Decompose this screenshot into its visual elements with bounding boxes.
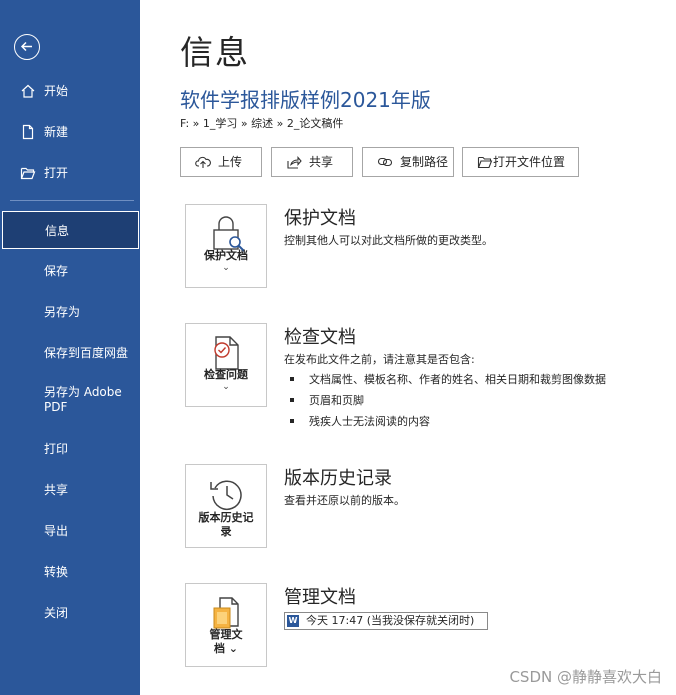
- upload-button[interactable]: 上传: [180, 147, 262, 177]
- version-history-caption-line1: 版本历史记: [198, 511, 254, 524]
- upload-icon: [195, 156, 211, 168]
- sidebar-item-label: 打印: [44, 442, 69, 456]
- sidebar-item-label: 关闭: [44, 606, 69, 620]
- copy-path-label: 复制路径: [400, 155, 449, 169]
- sidebar-item-home[interactable]: 开始: [2, 72, 138, 110]
- breadcrumb[interactable]: F: » 1_学习 » 综述 » 2_论文稿件: [180, 115, 343, 131]
- bullet-text: 页眉和页脚: [309, 394, 364, 407]
- sidebar-item-label: 保存: [44, 264, 69, 278]
- share-button[interactable]: 共享: [271, 147, 353, 177]
- bullet-text: 残疾人士无法阅读的内容: [309, 415, 430, 428]
- chevron-down-icon: ⌄: [222, 382, 230, 392]
- sidebar-item-label: 转换: [44, 565, 69, 579]
- sidebar-item-label: 新建: [44, 125, 69, 139]
- sidebar-item-label: 打开: [44, 166, 69, 180]
- version-history-caption-line2: 录: [220, 525, 232, 538]
- share-icon: [287, 156, 302, 169]
- back-button[interactable]: [14, 34, 40, 60]
- history-clock-icon: [210, 480, 242, 510]
- bullet-text: 文档属性、模板名称、作者的姓名、相关日期和裁剪图像数据: [309, 373, 606, 386]
- sidebar-item-save-as-pdf[interactable]: 另存为 Adobe PDF: [2, 380, 138, 420]
- folder-icon: [477, 156, 493, 169]
- sidebar-item-print[interactable]: 打印: [2, 430, 138, 468]
- sidebar-item-label: 导出: [44, 524, 69, 538]
- link-icon: [377, 157, 393, 167]
- copy-path-button[interactable]: 复制路径: [362, 147, 454, 177]
- inspect-desc: 在发布此文件之前，请注意其是否包含:: [284, 353, 475, 366]
- bullet-dot: [290, 377, 294, 381]
- manage-title: 管理文档: [284, 587, 356, 608]
- history-title: 版本历史记录: [284, 468, 392, 489]
- word-document-icon: W: [287, 615, 299, 627]
- inspect-document-icon: [214, 336, 239, 370]
- version-entry-label: 今天 17:47 (当我没保存就关闭时): [306, 614, 475, 627]
- bullet-dot: [290, 419, 294, 423]
- sidebar-item-label: 另存为: [44, 305, 81, 319]
- bullet-dot: [290, 398, 294, 402]
- chevron-down-icon: ⌄: [222, 263, 230, 273]
- protect-desc: 控制其他人可以对此文档所做的更改类型。: [284, 234, 493, 247]
- manage-document-caption-line1: 管理文: [209, 628, 243, 641]
- sidebar-item-new[interactable]: 新建: [2, 113, 138, 151]
- arrow-left-icon: [20, 41, 32, 52]
- check-issues-button[interactable]: 检查问题 ⌄: [185, 323, 267, 407]
- protect-document-caption: 保护文档: [204, 249, 248, 262]
- inspect-title: 检查文档: [284, 327, 356, 348]
- upload-label: 上传: [218, 155, 243, 169]
- page-title: 信息: [180, 33, 250, 72]
- version-entry[interactable]: W 今天 17:47 (当我没保存就关闭时): [284, 612, 488, 630]
- sidebar: 开始 新建 打开 信息 保存 另存为 保存到百度网盘 另存为 Adobe PDF…: [0, 0, 140, 695]
- manage-document-icon: [213, 597, 239, 629]
- sidebar-item-export[interactable]: 导出: [2, 512, 138, 550]
- sidebar-item-open[interactable]: 打开: [2, 154, 138, 192]
- check-issues-caption: 检查问题: [204, 368, 248, 381]
- open-folder-icon: [20, 167, 36, 180]
- home-icon: [21, 84, 35, 98]
- sidebar-item-label: 信息: [45, 224, 70, 238]
- sidebar-item-label: 共享: [44, 483, 69, 497]
- sidebar-item-info[interactable]: 信息: [2, 211, 139, 249]
- new-document-icon: [22, 124, 34, 140]
- document-title: 软件学报排版样例2021年版: [180, 88, 431, 112]
- manage-document-button[interactable]: 管理文 档 ⌄: [185, 583, 267, 667]
- sidebar-item-save-as[interactable]: 另存为: [2, 293, 138, 331]
- share-label: 共享: [309, 155, 334, 169]
- history-desc: 查看并还原以前的版本。: [284, 494, 405, 507]
- sidebar-item-label: 保存到百度网盘: [44, 346, 129, 360]
- protect-title: 保护文档: [284, 208, 356, 229]
- sidebar-divider: [10, 200, 134, 201]
- lock-key-icon: [213, 216, 245, 252]
- version-history-button[interactable]: 版本历史记 录: [185, 464, 267, 548]
- sidebar-item-convert[interactable]: 转换: [2, 553, 138, 591]
- sidebar-item-close[interactable]: 关闭: [2, 594, 138, 632]
- open-file-location-label: 打开文件位置: [493, 155, 566, 169]
- manage-document-caption-line2: 档 ⌄: [213, 642, 239, 655]
- sidebar-item-label: 另存为 Adobe PDF: [44, 385, 122, 414]
- sidebar-item-share[interactable]: 共享: [2, 471, 138, 509]
- protect-document-button[interactable]: 保护文档 ⌄: [185, 204, 267, 288]
- sidebar-item-save-to-baidu[interactable]: 保存到百度网盘: [2, 334, 138, 372]
- sidebar-item-label: 开始: [44, 84, 69, 98]
- open-file-location-button[interactable]: 打开文件位置: [462, 147, 579, 177]
- watermark: CSDN @静静喜欢大白: [509, 668, 662, 686]
- sidebar-item-save[interactable]: 保存: [2, 252, 138, 290]
